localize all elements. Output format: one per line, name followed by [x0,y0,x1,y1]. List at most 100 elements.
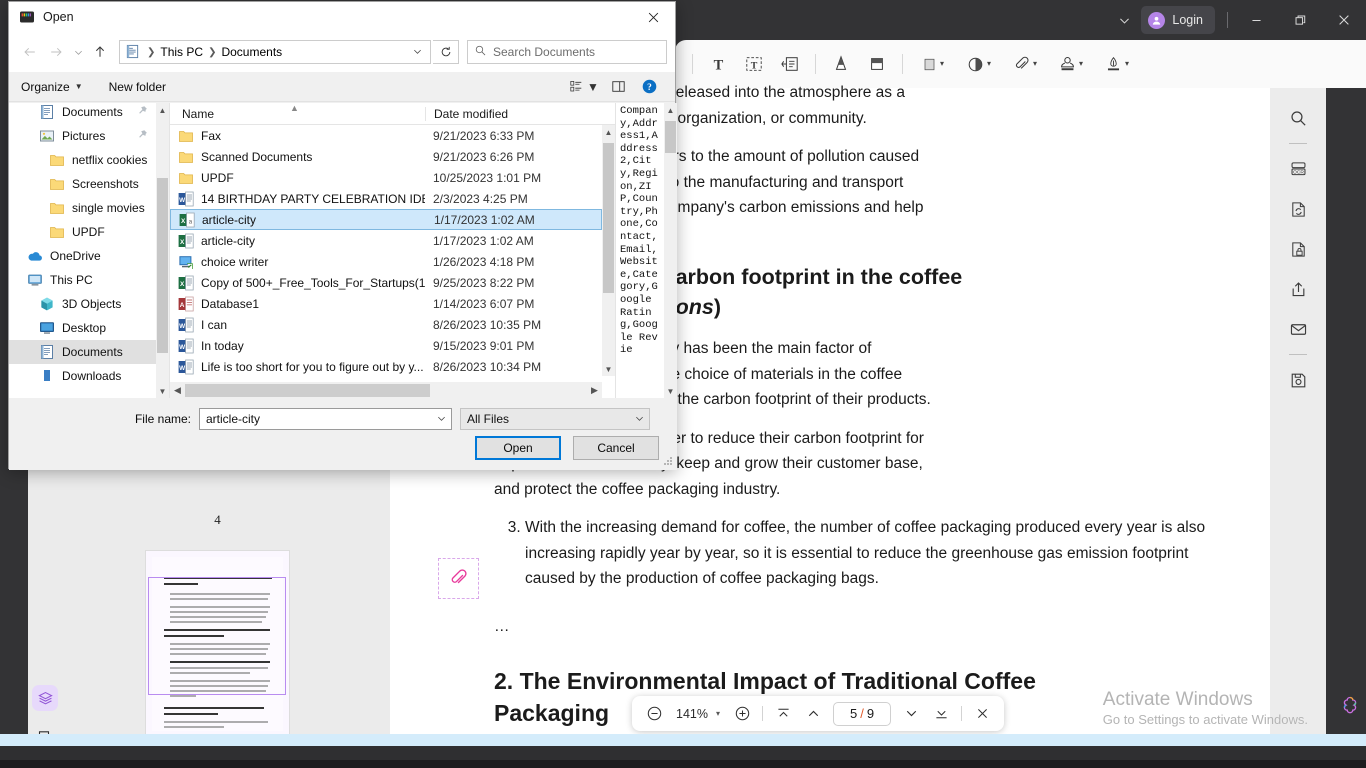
tree-item-pictures[interactable]: Pictures [9,124,156,148]
scroll-down-icon[interactable]: ▼ [156,384,169,398]
table-row[interactable]: Fax9/21/2023 6:33 PM [170,125,602,146]
open-button[interactable]: Open [475,436,561,460]
paperclip-icon[interactable] [438,558,479,599]
minus-circle-icon[interactable] [640,699,668,728]
file-list-scrollbar[interactable]: ▲ ▼ [602,125,615,376]
table-row[interactable]: ADatabase11/14/2023 6:07 PM [170,293,602,314]
column-header-name[interactable]: Name ▲ [170,107,425,121]
recent-locations-chevron-down-icon[interactable] [69,39,87,65]
scroll-down-icon[interactable]: ▼ [664,384,677,398]
plus-circle-icon[interactable] [728,699,756,728]
text-T-icon[interactable]: T [700,45,736,83]
search-input[interactable]: Search Documents [467,40,667,64]
caret-down-icon[interactable]: ▾ [987,60,991,68]
doc-lock-icon[interactable] [1278,229,1318,269]
chevron-down-icon[interactable] [1107,5,1141,35]
file-name-input[interactable]: article-city [199,408,452,430]
resize-grip[interactable] [664,457,674,467]
floppy-save-icon[interactable] [1278,360,1318,400]
tree-item-onedrive[interactable]: OneDrive [9,244,156,268]
table-row[interactable]: Xarticle-city1/17/2023 1:02 AM [170,230,602,251]
scroll-up-icon[interactable]: ▲ [156,103,169,117]
prev-page-icon[interactable] [799,699,827,728]
last-page-icon[interactable] [927,699,955,728]
login-button[interactable]: Login [1141,6,1215,34]
tree-item-documents[interactable]: Documents [9,103,156,124]
rectangle-icon[interactable]: ▾ [910,45,956,83]
file-type-select[interactable]: All Files [460,408,650,430]
navigation-tree[interactable]: DocumentsPicturesnetflix cookiesScreensh… [9,103,169,398]
half-circle-icon[interactable]: ▾ [956,45,1002,83]
breadcrumb-this-pc[interactable]: This PC [157,45,206,59]
text-callout-icon[interactable] [772,45,808,83]
tree-scrollbar[interactable]: ▲ ▼ [156,103,169,398]
table-row[interactable]: Xaarticle-city1/17/2023 1:02 AM [170,209,602,230]
caret-down-icon[interactable]: ▾ [1125,60,1129,68]
tree-item-downloads[interactable]: Downloads [9,364,156,388]
table-row[interactable]: UPDF10/25/2023 1:01 PM [170,167,602,188]
scrollbar-thumb[interactable] [603,143,614,293]
convert-doc-icon[interactable] [1278,189,1318,229]
tree-item-updf[interactable]: UPDF [9,220,156,244]
caret-down-icon[interactable]: ▾ [1033,60,1037,68]
organize-button[interactable]: Organize ▼ [21,80,93,94]
scroll-up-icon[interactable]: ▲ [664,103,677,117]
share-upload-icon[interactable] [1278,269,1318,309]
ocr-icon[interactable]: OCR [1278,149,1318,189]
arrow-right-icon[interactable] [43,39,69,65]
close-icon[interactable] [631,2,675,32]
tree-item-desktop[interactable]: Desktop [9,316,156,340]
table-row[interactable]: W14 BIRTHDAY PARTY CELEBRATION IDEAS...2… [170,188,602,209]
ai-assistant-icon[interactable] [1340,695,1360,720]
address-bar[interactable]: ❯ This PC ❯ Documents [119,40,431,64]
minimize-icon[interactable] [1234,0,1278,40]
paperclip-icon[interactable]: ▾ [1002,45,1048,83]
chevron-down-icon[interactable] [629,413,649,426]
zoom-level[interactable]: 141% [670,707,714,721]
search-icon[interactable] [1278,98,1318,138]
scroll-left-icon[interactable]: ◀ [170,385,185,396]
caret-down-icon[interactable]: ▾ [940,60,944,68]
scrollbar-thumb[interactable] [185,384,430,397]
scrollbar-thumb[interactable] [157,178,168,353]
tree-item-screenshots[interactable]: Screenshots [9,172,156,196]
envelope-icon[interactable] [1278,309,1318,349]
file-list-pane[interactable]: Name ▲ Date modified Fax9/21/2023 6:33 P… [170,103,615,398]
close-icon[interactable] [968,699,996,728]
caret-down-icon[interactable]: ▾ [1079,60,1083,68]
scroll-up-icon[interactable]: ▲ [602,125,615,139]
stamp-icon[interactable]: ▾ [1048,45,1094,83]
caret-down-icon[interactable]: ▼ [587,80,599,94]
arrow-up-icon[interactable] [87,39,113,65]
eraser-icon[interactable] [859,45,895,83]
tree-item-netflix-cookies[interactable]: netflix cookies [9,148,156,172]
table-row[interactable]: XCopy of 500+_Free_Tools_For_Startups(1)… [170,272,602,293]
refresh-icon[interactable] [433,40,459,64]
tree-item-single-movies[interactable]: single movies [9,196,156,220]
table-row[interactable]: WIn today9/15/2023 9:01 PM [170,335,602,356]
arrow-left-icon[interactable] [17,39,43,65]
layers-icon[interactable] [32,685,58,711]
tree-item-documents[interactable]: Documents [9,340,156,364]
chevron-down-icon[interactable] [406,46,428,59]
preview-pane-icon[interactable] [601,73,635,101]
page-indicator[interactable]: 5 / 9 [833,702,891,726]
fountain-pen-icon[interactable]: ▾ [1094,45,1140,83]
view-list-icon[interactable]: ▼ [567,73,601,101]
help-circle-icon[interactable]: ? [635,73,663,101]
pin-icon[interactable] [137,105,148,119]
table-row[interactable]: Scanned Documents9/21/2023 6:26 PM [170,146,602,167]
table-row[interactable]: WI can8/26/2023 10:35 PM [170,314,602,335]
table-row[interactable]: WLife is too short for you to figure out… [170,356,602,376]
scroll-down-icon[interactable]: ▼ [602,362,615,376]
column-header-date[interactable]: Date modified [425,107,615,121]
file-list-hscrollbar[interactable]: ◀ ▶ [170,382,602,398]
scrollbar-thumb[interactable] [665,121,676,153]
caret-down-icon[interactable]: ▾ [716,709,726,718]
tree-item-this-pc[interactable]: This PC [9,268,156,292]
table-row[interactable]: choice writer1/26/2023 4:18 PM [170,251,602,272]
first-page-icon[interactable] [769,699,797,728]
text-box-icon[interactable]: T [736,45,772,83]
restore-icon[interactable] [1278,0,1322,40]
chevron-down-icon[interactable] [431,413,451,426]
